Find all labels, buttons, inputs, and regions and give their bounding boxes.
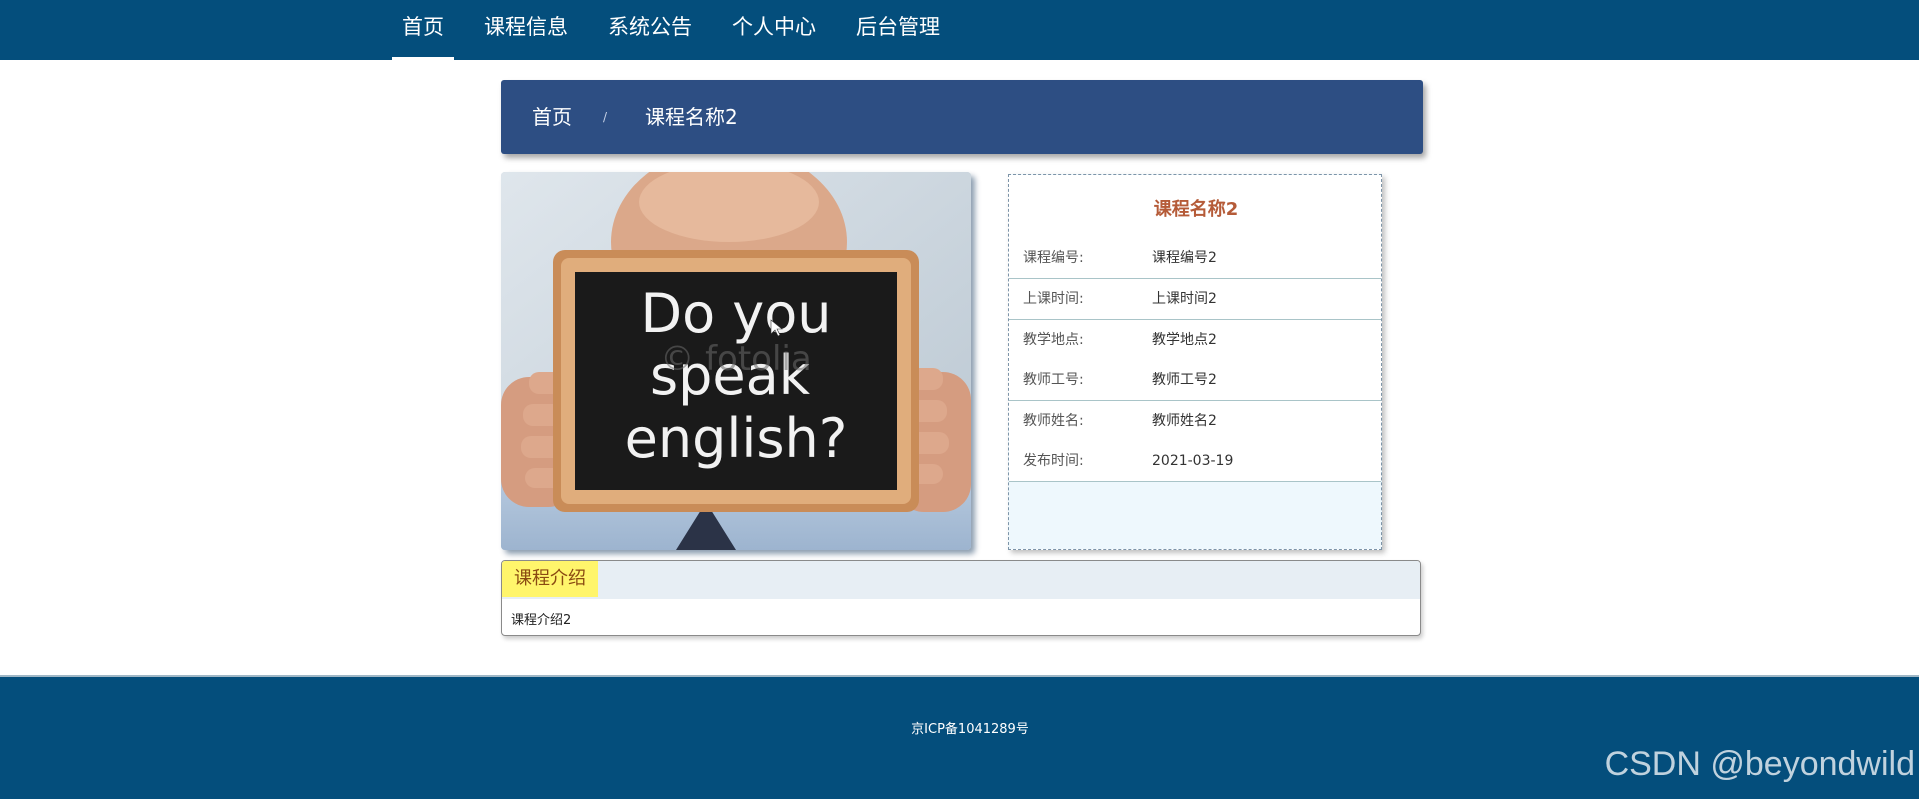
detail-row: 教师姓名: 教师姓名2 bbox=[1009, 401, 1381, 442]
detail-row: 课程编号: 课程编号2 bbox=[1009, 238, 1381, 279]
breadcrumb: 首页 / 课程名称2 bbox=[501, 80, 1423, 154]
detail-value-class-time: 上课时间2 bbox=[1152, 291, 1217, 307]
nav-item-admin[interactable]: 后台管理 bbox=[846, 0, 950, 60]
course-intro-panel: 课程介绍 课程介绍2 bbox=[501, 560, 1421, 636]
breadcrumb-home-link[interactable]: 首页 bbox=[532, 80, 572, 154]
nav-item-home[interactable]: 首页 bbox=[392, 0, 454, 60]
nav-item-announcements[interactable]: 系统公告 bbox=[598, 0, 702, 60]
detail-value-publish-time: 2021-03-19 bbox=[1152, 453, 1234, 469]
course-photo-illustration: Do you speak english? © fotolia bbox=[501, 172, 971, 550]
breadcrumb-separator: / bbox=[603, 110, 608, 124]
main-nav: 首页 课程信息 系统公告 个人中心 后台管理 bbox=[392, 0, 970, 60]
detail-label-teacher-id: 教师工号: bbox=[1023, 372, 1084, 388]
detail-label-course-number: 课程编号: bbox=[1023, 250, 1084, 266]
detail-row: 发布时间: 2021-03-19 bbox=[1009, 441, 1381, 482]
footer: 京ICP备1041289号 CSDN @beyondwild bbox=[0, 675, 1919, 799]
detail-label-publish-time: 发布时间: bbox=[1023, 453, 1084, 469]
csdn-watermark: CSDN @beyondwild bbox=[1604, 745, 1915, 783]
detail-label-class-time: 上课时间: bbox=[1023, 291, 1084, 307]
top-navbar: 首页 课程信息 系统公告 个人中心 后台管理 bbox=[0, 0, 1919, 60]
detail-row: 教学地点: 教学地点2 bbox=[1009, 320, 1381, 361]
course-intro-content: 课程介绍2 bbox=[511, 613, 572, 628]
detail-label-teacher-name: 教师姓名: bbox=[1023, 413, 1084, 429]
detail-row: 教师工号: 教师工号2 bbox=[1009, 360, 1381, 401]
detail-value-location: 教学地点2 bbox=[1152, 332, 1217, 348]
breadcrumb-current: 课程名称2 bbox=[645, 105, 738, 129]
detail-value-teacher-id: 教师工号2 bbox=[1152, 372, 1217, 388]
intro-header: 课程介绍 bbox=[502, 561, 1420, 599]
tab-course-intro[interactable]: 课程介绍 bbox=[502, 561, 598, 597]
course-image: Do you speak english? © fotolia bbox=[501, 172, 971, 550]
nav-item-personal-center[interactable]: 个人中心 bbox=[722, 0, 826, 60]
chalk-text-line3: english? bbox=[625, 407, 848, 470]
course-detail-panel: 课程名称2 课程编号: 课程编号2 上课时间: 上课时间2 教学地点: 教学地点… bbox=[1008, 174, 1382, 550]
detail-row: 上课时间: 上课时间2 bbox=[1009, 279, 1381, 320]
detail-label-location: 教学地点: bbox=[1023, 332, 1084, 348]
footer-divider bbox=[0, 675, 1919, 677]
photo-watermark: © fotolia bbox=[660, 339, 811, 379]
icp-record[interactable]: 京ICP备1041289号 bbox=[0, 718, 1919, 737]
course-title: 课程名称2 bbox=[1153, 199, 1239, 220]
detail-value-course-number: 课程编号2 bbox=[1152, 250, 1217, 266]
detail-value-teacher-name: 教师姓名2 bbox=[1152, 413, 1217, 429]
nav-item-course-info[interactable]: 课程信息 bbox=[474, 0, 578, 60]
chalk-text-line1: Do you bbox=[640, 282, 831, 345]
